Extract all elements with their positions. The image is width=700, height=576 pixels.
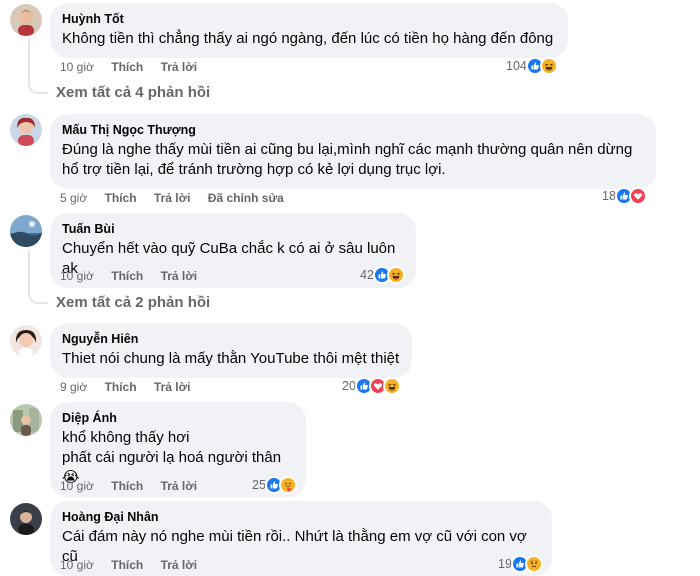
comment-time[interactable]: 9 giờ	[60, 380, 87, 394]
comment-actions: 9 giờ Thích Trả lời	[60, 379, 204, 395]
comment-author[interactable]: Huỳnh Tốt	[62, 11, 556, 27]
comment-author[interactable]: Nguyễn Hiên	[62, 331, 400, 347]
comment-author[interactable]: Hoàng Đại Nhân	[62, 509, 540, 525]
comment-text: Không tiền thì chẳng thấy ai ngó ngàng, …	[62, 30, 554, 47]
comment-author[interactable]: Mấu Thị Ngọc Thượng	[62, 122, 644, 138]
comment-bubble: Huỳnh Tốt Không tiền thì chẳng thấy ai n…	[50, 3, 568, 58]
like-button[interactable]: Thích	[111, 60, 143, 74]
comment-text: Đúng là nghe thấy mùi tiền ai cũng bu lạ…	[62, 141, 633, 178]
comment-actions: 10 giờ Thích Trả lời	[60, 557, 211, 573]
reply-button[interactable]: Trả lời	[154, 380, 191, 394]
reply-thread-line	[28, 38, 48, 94]
sad-icon	[524, 555, 543, 573]
avatar[interactable]	[10, 114, 42, 146]
reaction-summary[interactable]: 104	[506, 56, 558, 76]
comment-author[interactable]: Tuấn Bùi	[62, 221, 404, 237]
comment-author[interactable]: Diệp Ánh	[62, 410, 294, 426]
like-button[interactable]: Thích	[111, 558, 143, 572]
reply-button[interactable]: Trả lời	[161, 60, 198, 74]
haha-icon	[382, 377, 401, 395]
reply-button[interactable]: Trả lời	[161, 558, 198, 572]
reaction-count: 19	[498, 557, 512, 571]
reaction-summary[interactable]: 25	[252, 475, 297, 495]
reaction-summary[interactable]: 42	[360, 265, 405, 285]
haha-icon	[386, 266, 405, 284]
reaction-summary[interactable]: 19	[498, 554, 543, 574]
comment-time[interactable]: 5 giờ	[60, 191, 87, 205]
haha-icon	[539, 57, 558, 75]
comment-actions: 10 giờ Thích Trả lời	[60, 478, 211, 494]
like-button[interactable]: Thích	[111, 479, 143, 493]
reply-button[interactable]: Trả lời	[161, 269, 198, 283]
reaction-count: 20	[342, 379, 356, 393]
reply-thread-line	[28, 250, 48, 304]
care-icon	[278, 476, 297, 494]
reaction-count: 104	[506, 59, 527, 73]
like-button[interactable]: Thích	[105, 380, 137, 394]
avatar[interactable]	[10, 404, 42, 436]
avatar[interactable]	[10, 215, 42, 247]
love-icon	[628, 187, 647, 205]
comment-thread: Huỳnh Tốt Không tiền thì chẳng thấy ai n…	[0, 0, 700, 576]
reaction-summary[interactable]: 20	[342, 376, 401, 396]
reaction-count: 25	[252, 478, 266, 492]
avatar[interactable]	[10, 4, 42, 36]
view-replies-link[interactable]: Xem tất cả 2 phản hồi	[56, 294, 210, 311]
comment-actions: 10 giờ Thích Trả lời	[60, 59, 211, 75]
comment-time[interactable]: 10 giờ	[60, 479, 94, 493]
comment-bubble: Nguyễn Hiên Thiet nói chung là mấy thằn …	[50, 323, 412, 378]
like-button[interactable]: Thích	[111, 269, 143, 283]
reaction-count: 42	[360, 268, 374, 282]
like-button[interactable]: Thích	[105, 191, 137, 205]
comment-actions: 5 giờ Thích Trả lời Đã chỉnh sửa	[60, 190, 298, 206]
comment-bubble: Mấu Thị Ngọc Thượng Đúng là nghe thấy mù…	[50, 114, 656, 189]
comment-text: Thiet nói chung là mấy thằn YouTube thôi…	[62, 350, 400, 367]
reply-button[interactable]: Trả lời	[161, 479, 198, 493]
reaction-count: 18	[602, 189, 616, 203]
avatar[interactable]	[10, 503, 42, 535]
edited-label[interactable]: Đã chỉnh sửa	[208, 191, 284, 205]
view-replies-link[interactable]: Xem tất cả 4 phản hồi	[56, 84, 210, 101]
reaction-summary[interactable]: 18	[602, 186, 647, 206]
avatar[interactable]	[10, 325, 42, 357]
comment-time[interactable]: 10 giờ	[60, 269, 94, 283]
comment-actions: 10 giờ Thích Trả lời	[60, 268, 211, 284]
comment-time[interactable]: 10 giờ	[60, 558, 94, 572]
comment-time[interactable]: 10 giờ	[60, 60, 94, 74]
reply-button[interactable]: Trả lời	[154, 191, 191, 205]
